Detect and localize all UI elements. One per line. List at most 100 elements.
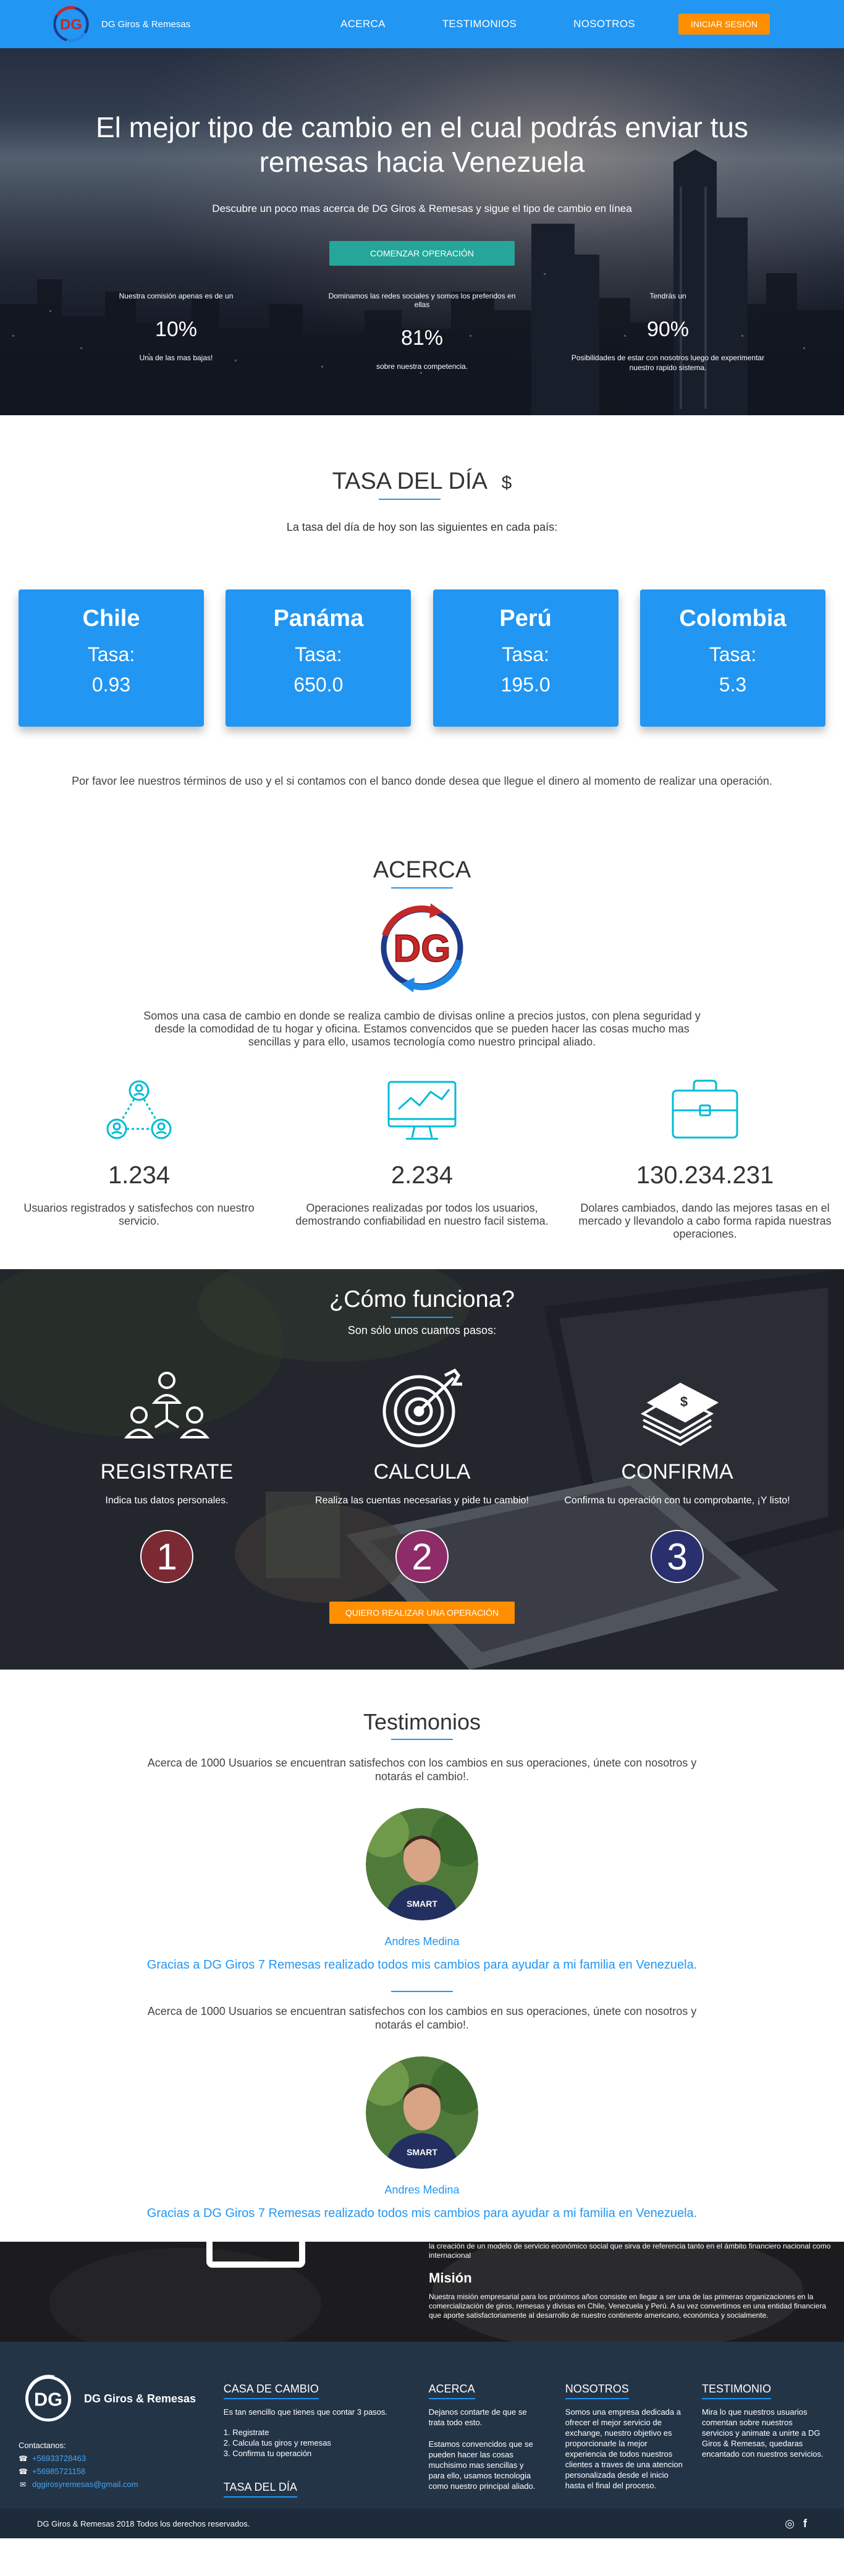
footer-step-item: 1. Registrate	[223, 2428, 269, 2437]
step-number: 2	[395, 1530, 449, 1583]
step-title: CALCULA	[373, 1460, 471, 1484]
mision-section: la creación de un modelo de servicio eco…	[0, 2242, 844, 2342]
footer-tasa-title[interactable]: TASA DEL DÍA	[223, 2481, 297, 2498]
step-number: 1	[140, 1530, 193, 1583]
testimonial-quote: Gracias a DG Giros 7 Remesas realizado t…	[146, 2206, 698, 2220]
footer-testimonio-title[interactable]: TESTIMONIO	[702, 2383, 771, 2399]
brand-link[interactable]: DG DG Giros & Remesas	[49, 2, 190, 46]
svg-text:DG: DG	[34, 2389, 62, 2410]
footer-casa-column: CASA DE CAMBIO Es tan sencillo que tiene…	[223, 2369, 429, 2498]
footer-bottom-bar: DG Giros & Remesas 2018 Todos los derech…	[0, 2509, 844, 2538]
briefcase-icon	[672, 1079, 738, 1139]
phone-icon: ☎	[19, 2454, 28, 2463]
testimonios-section: Testimonios Acerca de 1000 Usuarios se e…	[0, 1670, 844, 2221]
footer-testimonio-column: TESTIMONIO Mira lo que nuestros usuarios…	[702, 2369, 825, 2494]
dg-logo-icon: DG	[381, 903, 463, 992]
hero-content: El mejor tipo de cambio en el cual podrá…	[0, 48, 844, 373]
nav-link-nosotros[interactable]: NOSOTROS	[573, 18, 635, 30]
svg-text:SMART: SMART	[407, 1899, 437, 1909]
footer-nosotros-title[interactable]: NOSOTROS	[565, 2383, 629, 2399]
footer-brand-name: DG Giros & Remesas	[84, 2392, 196, 2405]
card-country: Perú	[499, 606, 552, 631]
footer-nosotros-text: Somos una empresa dedicada a ofrecer el …	[565, 2407, 683, 2490]
rate-cards: Chile Tasa: 0.93 Panáma Tasa: 650.0 Perú…	[0, 589, 844, 727]
step-title: REGISTRATE	[100, 1460, 234, 1484]
footer-nosotros-column: NOSOTROS Somos una empresa dedicada a of…	[565, 2369, 702, 2494]
footer-phone-text: +56985721158	[32, 2467, 86, 2476]
stat-caption: Nuestra comisión apenas es de un	[119, 292, 234, 300]
footer-acerca-title[interactable]: ACERCA	[428, 2383, 475, 2399]
testimonial: Acerca de 1000 Usuarios se encuentran sa…	[0, 2004, 844, 2221]
facebook-icon[interactable]: f	[803, 2517, 807, 2530]
tasa-title: TASA DEL DÍA $	[0, 468, 844, 495]
mision-top-text: la creación de un modelo de servicio eco…	[429, 2242, 831, 2260]
acerca-text: Somos una casa de cambio en donde se rea…	[143, 1010, 701, 1048]
feature-dollars: 130.234.231 Dolares cambiados, dando las…	[572, 1073, 838, 1241]
users-icon	[124, 1372, 210, 1438]
feature-number: 2.234	[390, 1162, 454, 1189]
step-calcula: CALCULA Realiza las cuentas necesarias y…	[305, 1364, 539, 1583]
footer-email-link[interactable]: ✉ dggirosyremesas@gmail.com	[19, 2480, 224, 2489]
stat-caption: Dominamos las redes sociales y somos los…	[328, 292, 516, 309]
rate-card-chile: Chile Tasa: 0.93	[19, 589, 204, 727]
steps: REGISTRATE Indica tus datos personales. …	[0, 1364, 844, 1583]
money-stack-icon: $	[640, 1382, 719, 1446]
card-rate: 5.3	[719, 674, 747, 696]
monitor-chart-icon	[387, 1081, 457, 1140]
nav-link-acerca[interactable]: ACERCA	[340, 18, 386, 30]
login-button[interactable]: INICIAR SESIÓN	[678, 14, 770, 35]
start-operation-button[interactable]: COMENZAR OPERACIÓN	[329, 241, 515, 266]
testimonial-intro: Acerca de 1000 Usuarios se encuentran sa…	[147, 1757, 697, 1783]
footer-phone-link[interactable]: ☎ +56933728463	[19, 2454, 224, 2463]
stat-note: sobre nuestra competencia.	[376, 362, 468, 371]
rate-card-peru: Perú Tasa: 195.0	[433, 589, 618, 727]
card-label: Tasa:	[502, 643, 549, 665]
start-operation-orange-button[interactable]: QUIERO REALIZAR UNA OPERACIÓN	[329, 1602, 515, 1624]
footer-phone-link[interactable]: ☎ +56985721158	[19, 2467, 224, 2476]
footer-step-item: 3. Confirma tu operación	[223, 2449, 312, 2458]
feature-users: 1.234 Usuarios registrados y satisfechos…	[6, 1073, 272, 1241]
hero-stat: Tendrás un 90% Posibilidades de estar co…	[566, 292, 770, 373]
testimonial-name: Andres Medina	[384, 2184, 460, 2196]
mision-text: Nuestra misión empresarial para los próx…	[429, 2292, 827, 2320]
footer-casa-title[interactable]: CASA DE CAMBIO	[223, 2383, 319, 2399]
mision-frame	[206, 2242, 305, 2268]
hero-section: El mejor tipo de cambio en el cual podrá…	[0, 48, 844, 415]
footer-columns: DG DG Giros & Remesas Contactanos: ☎ +569…	[0, 2342, 844, 2498]
dollar-icon: $	[501, 473, 512, 493]
instagram-icon[interactable]: ◎	[785, 2517, 795, 2530]
card-rate: 195.0	[500, 674, 551, 696]
avatar: SMART	[366, 2056, 478, 2169]
users-network-icon	[106, 1080, 172, 1139]
footer-email-text: dggirosyremesas@gmail.com	[32, 2480, 138, 2489]
step-registrate: REGISTRATE Indica tus datos personales. …	[49, 1364, 284, 1583]
nav-links: ACERCA TESTIMONIOS NOSOTROS	[340, 18, 635, 30]
hero-stats: Nuestra comisión apenas es de un 10% Una…	[0, 292, 844, 373]
svg-text:DG: DG	[394, 927, 451, 970]
testimonial: Acerca de 1000 Usuarios se encuentran sa…	[0, 1756, 844, 1992]
como-title-text: ¿Cómo funciona?	[329, 1286, 515, 1312]
footer-casa-text: Es tan sencillo que tienes que contar 3 …	[223, 2407, 388, 2417]
card-country: Colombia	[679, 606, 787, 631]
rate-card-panama: Panáma Tasa: 650.0	[226, 589, 411, 727]
stat-note: Una de las mas bajas!	[139, 353, 213, 362]
footer-brand: DG DG Giros & Remesas Contactanos: ☎ +569…	[19, 2369, 224, 2494]
hero-stat: Dominamos las redes sociales y somos los…	[320, 292, 524, 373]
card-label: Tasa:	[709, 643, 757, 665]
como-subtitle: Son sólo unos cuantos pasos:	[347, 1324, 497, 1337]
features: 1.234 Usuarios registrados y satisfechos…	[0, 1073, 844, 1241]
feature-number: 1.234	[108, 1162, 171, 1189]
nav-link-testimonios[interactable]: TESTIMONIOS	[442, 18, 517, 30]
dg-logo-icon: DG	[53, 6, 89, 43]
footer-testimonio-text: Mira lo que nuestros usuarios comentan s…	[702, 2407, 824, 2459]
como-content: ¿Cómo funciona? Son sólo unos cuantos pa…	[0, 1269, 844, 1624]
svg-text:SMART: SMART	[407, 2147, 437, 2157]
testimonios-title-text: Testimonios	[363, 1709, 481, 1734]
mision-title: Misión	[429, 2270, 472, 2286]
footer-step-item: 2. Calcula tus giros y remesas	[223, 2438, 331, 2447]
mision-content: la creación de un modelo de servicio eco…	[429, 2242, 832, 2320]
como-title: ¿Cómo funciona?	[0, 1269, 844, 1313]
footer-contact-title: Contactanos:	[19, 2441, 66, 2450]
navbar: DG DG Giros & Remesas ACERCA TESTIMONIOS…	[0, 0, 844, 48]
phone-icon: ☎	[19, 2467, 28, 2476]
